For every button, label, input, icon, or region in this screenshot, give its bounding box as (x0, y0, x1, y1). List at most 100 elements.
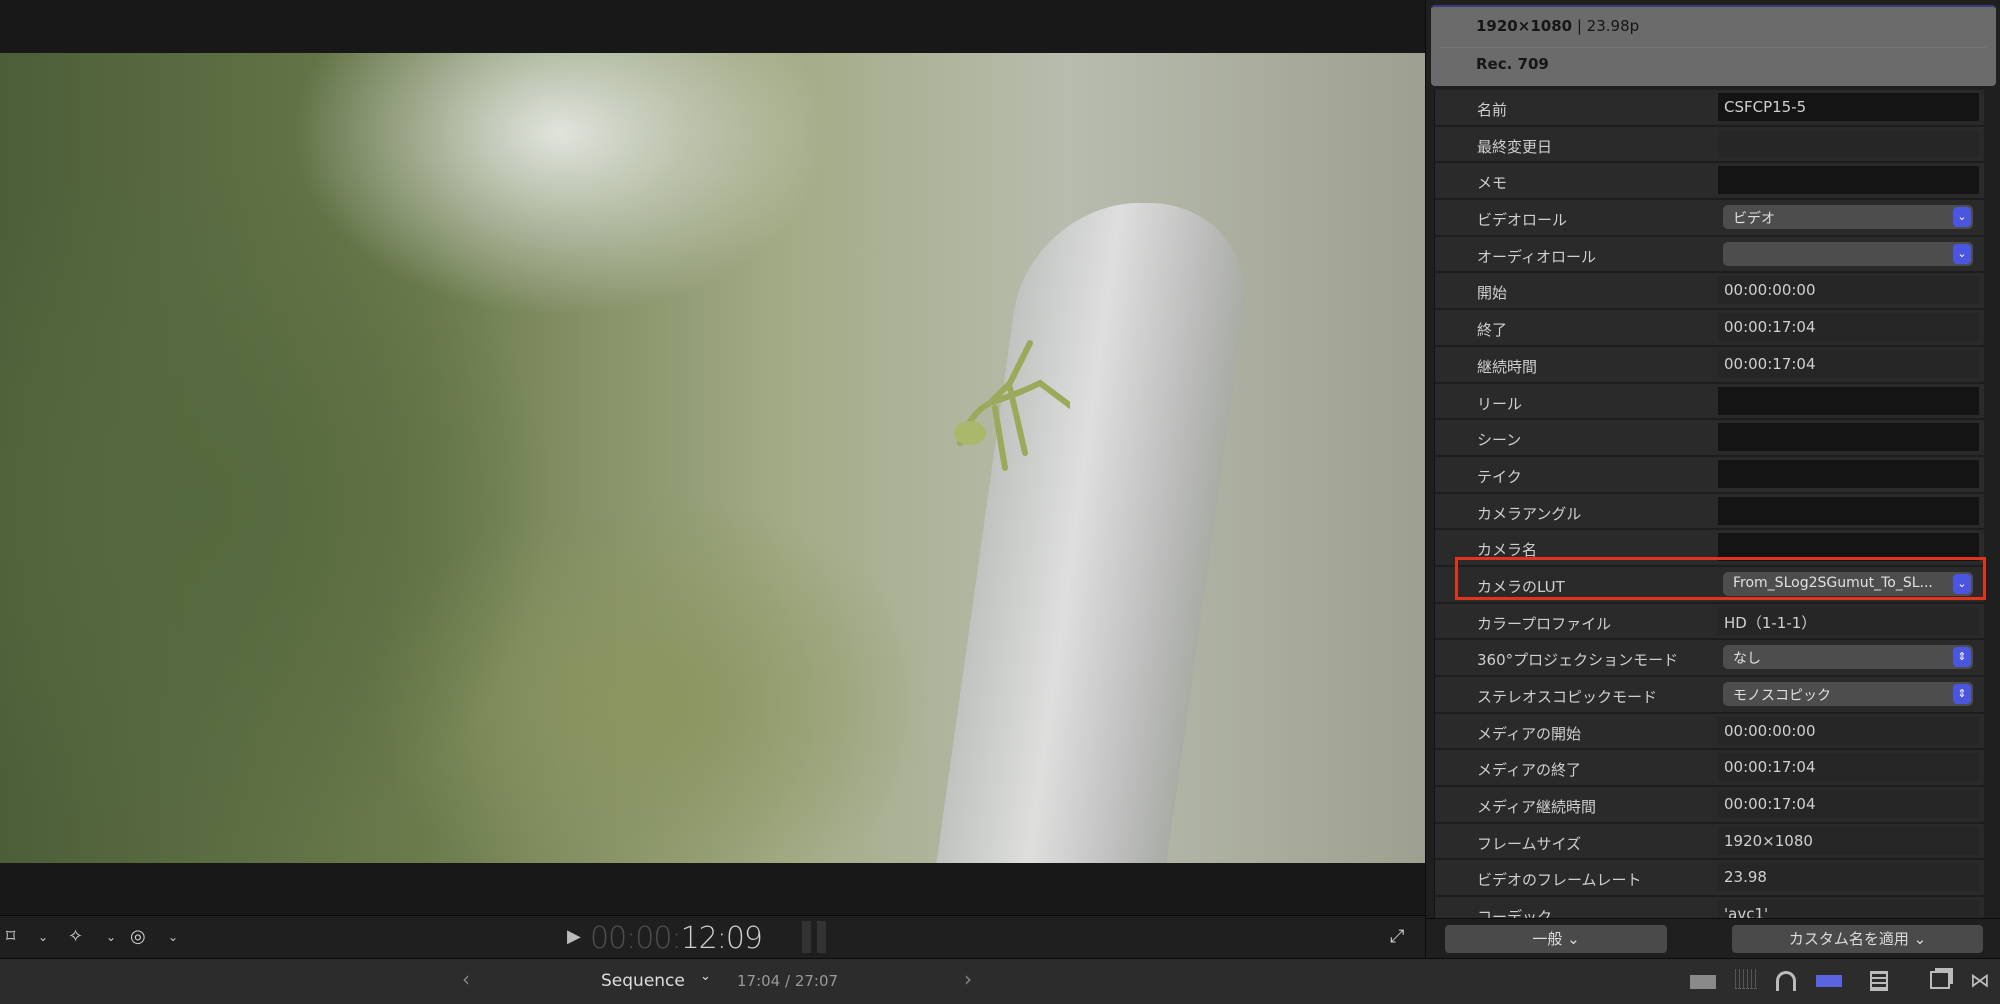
row-label: メディアの終了 (1477, 761, 1581, 780)
apply-custom-name-button[interactable]: カスタム名を適用 ⌄ (1732, 925, 1983, 953)
row-popup[interactable]: なし ⇕ (1723, 645, 1973, 670)
row-popup[interactable]: ⌄ (1723, 241, 1973, 266)
row-label: リール (1477, 394, 1523, 413)
info-row: 360°プロジェクションモード なし ⇕ (1435, 640, 1984, 677)
sequence-position: 17:04 / 27:07 (737, 972, 839, 990)
inspector-panel: 1920×1080 | 23.98p Rec. 709 名前 CSFCP15-5 最… (1425, 0, 2000, 958)
sequence-chevron-icon[interactable]: ⌄ (700, 969, 711, 984)
previous-button[interactable]: ‹ (462, 967, 470, 991)
row-popup[interactable]: From_SLog2SGumut_To_SL... ⌄ (1723, 571, 1973, 596)
row-value-field[interactable]: HD（1-1-1） (1718, 606, 1979, 635)
row-label: フレームサイズ (1477, 834, 1582, 853)
row-value-field[interactable]: 23.98 (1718, 863, 1979, 892)
row-label: カメラ名 (1477, 541, 1538, 560)
viewer-toolbar: ⌑ ⌄ ✧ ⌄ ◎ ⌄ ▶ 00:00:12:09 ⤢ (0, 915, 1425, 958)
row-label: メモ (1477, 174, 1508, 193)
framerate-label: 23.98p (1586, 17, 1640, 35)
snapping-icon[interactable] (1816, 975, 1842, 987)
mantis-image (954, 340, 1070, 471)
row-label: 360°プロジェクションモード (1477, 651, 1679, 670)
row-value-field[interactable]: 1920×1080 (1718, 826, 1979, 855)
row-label: ビデオロール (1477, 211, 1568, 230)
row-label: ビデオのフレームレート (1477, 871, 1642, 890)
row-value-field[interactable]: 00:00:00:00 (1718, 716, 1979, 745)
row-label: 最終変更日 (1477, 137, 1553, 156)
inspector-footer: 一般 ⌄ カスタム名を適用 ⌄ (1426, 918, 2000, 958)
colorspace-label: Rec. 709 (1476, 55, 1549, 73)
row-value-field[interactable]: 00:00:17:04 (1718, 313, 1979, 342)
info-row: カラープロファイル HD（1-1-1） (1435, 603, 1984, 641)
row-popup[interactable]: モノスコピック ⇕ (1723, 682, 1973, 706)
popup-chevron-icon[interactable]: ⌄ (1953, 243, 1971, 264)
info-row: カメラアングル (1435, 493, 1984, 531)
info-row: 終了 00:00:17:04 (1435, 310, 1984, 347)
row-value-field[interactable] (1718, 166, 1979, 195)
row-value-field[interactable] (1718, 386, 1979, 415)
row-value-field[interactable]: 00:00:17:04 (1718, 790, 1979, 819)
info-row: 最終変更日 (1435, 126, 1984, 164)
row-label: カラープロファイル (1477, 614, 1612, 633)
info-row: メディアの終了 00:00:17:04 (1435, 750, 1984, 788)
row-value-field[interactable] (1718, 423, 1979, 452)
metadata-view-button[interactable]: 一般 ⌄ (1445, 925, 1667, 953)
fullscreen-icon[interactable]: ⤢ (1390, 926, 1404, 948)
row-value-field[interactable]: 00:00:17:04 (1718, 753, 1979, 782)
row-value-field[interactable]: 'avc1' (1718, 900, 1979, 918)
transform-menu-chevron-icon[interactable]: ⌄ (38, 926, 48, 948)
row-label: 名前 (1477, 101, 1508, 119)
popup-chevron-icon[interactable]: ⇕ (1953, 684, 1971, 704)
bottom-bar: ‹ Sequence ⌄ 17:04 / 27:07 › ⋈ (0, 958, 2000, 1004)
row-value-field[interactable]: CSFCP15-5 (1718, 93, 1979, 121)
row-popup[interactable]: ビデオ ⌄ (1723, 205, 1973, 230)
info-row: ステレオスコピックモード モノスコピック ⇕ (1435, 677, 1984, 714)
sequence-name[interactable]: Sequence (601, 971, 685, 991)
headphones-icon[interactable] (1776, 971, 1796, 991)
skimming-icon[interactable] (1690, 975, 1716, 989)
row-label: シーン (1477, 431, 1522, 450)
window-layout-icon[interactable] (1930, 971, 1950, 989)
video-frame (0, 53, 1425, 863)
retime-speed-icon[interactable]: ◎ (130, 926, 146, 948)
popup-chevron-icon[interactable]: ⇕ (1953, 647, 1971, 668)
info-row: リール (1435, 383, 1984, 421)
row-value-field[interactable] (1718, 459, 1979, 488)
play-icon[interactable]: ▶ (567, 926, 581, 948)
info-row: オーディオロール ⌄ (1435, 236, 1984, 274)
popup-chevron-icon[interactable]: ⌄ (1953, 207, 1971, 228)
audio-meter-left (802, 921, 811, 953)
row-value-field[interactable]: 00:00:17:04 (1718, 349, 1979, 378)
info-row: 開始 00:00:00:00 (1435, 273, 1984, 311)
audio-meter-right (817, 921, 826, 953)
enhance-wand-icon[interactable]: ✧ (68, 926, 83, 948)
timecode-display: 00:00:12:09 (590, 921, 763, 956)
row-label: 開始 (1477, 284, 1508, 303)
info-row: テイク (1435, 456, 1984, 494)
filmstrip-icon[interactable] (1870, 971, 1888, 991)
popup-value: From_SLog2SGumut_To_SL... (1733, 574, 1933, 591)
row-label: オーディオロール (1477, 247, 1596, 266)
row-value-field[interactable]: 00:00:00:00 (1718, 276, 1979, 305)
row-label: テイク (1477, 467, 1522, 486)
info-row: カメラ名 (1435, 530, 1984, 567)
row-value-field[interactable] (1718, 533, 1979, 562)
row-label: メディアの開始 (1477, 724, 1581, 743)
viewer: ⌑ ⌄ ✧ ⌄ ◎ ⌄ ▶ 00:00:12:09 ⤢ (0, 0, 1425, 958)
transform-icon[interactable]: ⌑ (6, 926, 15, 948)
info-row: メディア継続時間 00:00:17:04 (1435, 787, 1984, 824)
row-label: ステレオスコピックモード (1477, 688, 1658, 706)
row-value-field[interactable] (1718, 129, 1979, 158)
info-row: ビデオロール ビデオ ⌄ (1435, 200, 1984, 237)
transitions-icon[interactable]: ⋈ (1970, 968, 1990, 992)
railing-image (930, 203, 1260, 863)
info-row: ビデオのフレームレート 23.98 (1435, 860, 1984, 898)
row-value-field[interactable] (1718, 496, 1979, 525)
info-row: メモ (1435, 163, 1984, 201)
info-rows: 名前 CSFCP15-5 最終変更日メモビデオロール ビデオ ⌄ オーディオロール ⌄ 開始 0… (1434, 90, 1984, 918)
retime-menu-chevron-icon[interactable]: ⌄ (168, 926, 178, 948)
info-row: 継続時間 00:00:17:04 (1435, 346, 1984, 384)
audio-skimming-icon[interactable] (1735, 969, 1757, 989)
next-button[interactable]: › (964, 967, 972, 991)
timecode-value: 12:09 (680, 921, 763, 956)
popup-chevron-icon[interactable]: ⌄ (1953, 573, 1971, 594)
enhance-menu-chevron-icon[interactable]: ⌄ (106, 926, 116, 948)
